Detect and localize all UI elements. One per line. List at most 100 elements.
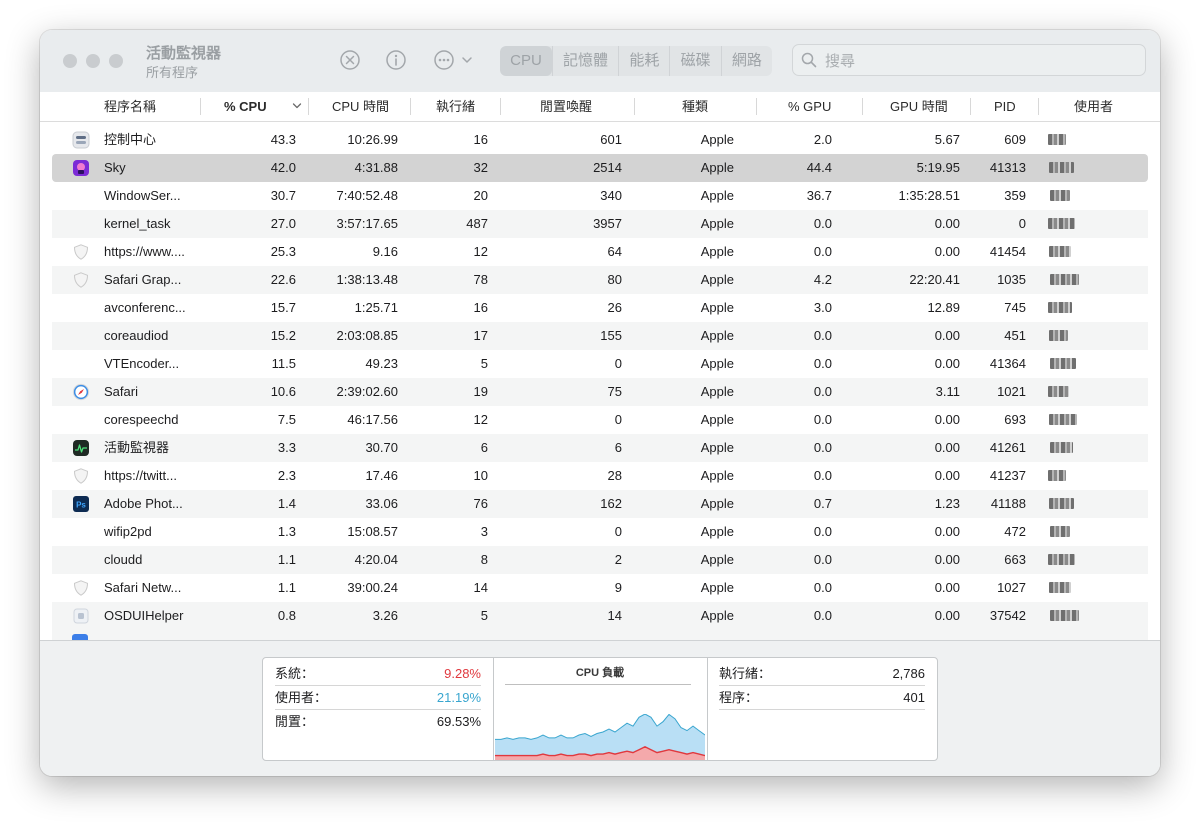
cell-gpu: 0.0 <box>813 412 832 427</box>
cell-gpu: 3.0 <box>813 300 832 315</box>
window-title: 活動監視器 <box>146 45 222 62</box>
cell-cpu: 11.5 <box>271 356 296 371</box>
cell-threads: 487 <box>466 216 488 231</box>
cell-name: kernel_task <box>104 216 171 231</box>
table-row[interactable]: avconferenc... 15.7 1:25.71 16 26 Apple 3.0 12.… <box>52 294 1148 322</box>
cell-gpu: 0.0 <box>813 608 832 623</box>
cell-gpu-time: 0.00 <box>934 328 960 343</box>
cell-pid: 41237 <box>989 468 1026 483</box>
cell-gpu-time: 22:20.41 <box>909 272 960 287</box>
column-header-idle-wake[interactable]: 閒置喚醒 <box>540 92 620 121</box>
table-row[interactable]: Ps Adobe Phot... 1.4 33.06 76 162 Apple 0.7 1.23… <box>52 490 1148 518</box>
column-header-gpu[interactable]: % GPU <box>788 92 848 121</box>
tab-network[interactable]: 網路 <box>720 46 772 76</box>
cell-gpu: 4.2 <box>813 272 832 287</box>
info-circle-icon <box>386 50 406 70</box>
table-row[interactable]: corespeechd 7.5 46:17.56 12 0 Apple 0.0 0.00 693 <box>52 406 1148 434</box>
inspect-process-button[interactable] <box>384 48 408 72</box>
cell-threads: 76 <box>473 496 488 511</box>
cell-name: 控制中心 <box>104 132 157 147</box>
search-box[interactable] <box>792 44 1146 76</box>
table-row[interactable]: VTEncoder... 11.5 49.23 5 0 Apple 0.0 0.00 41364 <box>52 350 1148 378</box>
column-header-cpu[interactable]: % CPU <box>224 92 302 121</box>
cell-gpu: 0.0 <box>813 244 832 259</box>
tab-disk[interactable]: 磁碟 <box>669 46 720 76</box>
cell-kind: Apple <box>700 468 734 483</box>
user-usage-row: 使用者： 21.19% <box>275 686 481 710</box>
chevron-down-icon <box>292 103 302 109</box>
table-row[interactable]: https://www.... 25.3 9.16 12 64 Apple 0.0 0.00 4… <box>52 238 1148 266</box>
user-name-redacted <box>1049 246 1071 257</box>
column-header-kind[interactable]: 種類 <box>682 92 732 121</box>
user-name-redacted <box>1048 470 1066 481</box>
cell-gpu-time: 0.00 <box>934 412 960 427</box>
table-row[interactable]: wifip2pd 1.3 15:08.57 3 0 Apple 0.0 0.00 472 <box>52 518 1148 546</box>
user-name-redacted <box>1049 582 1071 593</box>
cell-kind: Apple <box>700 328 734 343</box>
tab-memory[interactable]: 記憶體 <box>551 46 618 76</box>
cell-cpu: 25.3 <box>270 244 296 259</box>
cell-cpu-time: 49.23 <box>365 356 398 371</box>
table-row[interactable]: WindowSer... 30.7 7:40:52.48 20 340 Apple 36.7… <box>52 182 1148 210</box>
table-row[interactable]: https://twitt... 2.3 17.46 10 28 Apple 0.0 0.00… <box>52 462 1148 490</box>
table-row[interactable]: Sky 42.0 4:31.88 32 2514 Apple 44.4 5:19.95 4131… <box>52 154 1148 182</box>
table-row[interactable]: cloudd 1.1 4:20.04 8 2 Apple 0.0 0.00 663 <box>52 546 1148 574</box>
column-divider <box>634 98 635 115</box>
user-name-redacted <box>1050 358 1076 369</box>
more-actions-button[interactable] <box>432 48 476 72</box>
table-row[interactable]: OSDUIHelper 0.8 3.26 5 14 Apple 0.0 0.00 37542 <box>52 602 1148 630</box>
tab-energy[interactable]: 能耗 <box>618 46 669 76</box>
cell-gpu-time: 0.00 <box>934 216 960 231</box>
cell-gpu-time: 5:19.95 <box>916 160 960 175</box>
column-header-gpu-time[interactable]: GPU 時間 <box>890 92 980 121</box>
column-header-user[interactable]: 使用者 <box>1074 92 1134 121</box>
column-divider <box>862 98 863 115</box>
table-row[interactable]: 活動監視器 3.3 30.70 6 6 Apple 0.0 0.00 41261 <box>52 434 1148 462</box>
tab-cpu[interactable]: CPU <box>500 46 552 76</box>
stop-process-button[interactable] <box>338 48 362 72</box>
cell-name: Safari Grap... <box>104 272 182 287</box>
cell-idle-wake: 80 <box>607 272 622 287</box>
column-header-name[interactable]: 程序名稱 <box>104 92 234 121</box>
cpu-load-title-underline <box>505 684 691 685</box>
process-table-header: 程序名稱 % CPU CPU 時間 執行緒 閒置喚醒 種類 % GPU GPU … <box>40 92 1160 122</box>
column-divider <box>308 98 309 115</box>
cell-pid: 745 <box>1004 300 1026 315</box>
table-row[interactable]: coreaudiod 15.2 2:03:08.85 17 155 Apple 0.0 0.0… <box>52 322 1148 350</box>
cell-kind: Apple <box>700 412 734 427</box>
column-header-cpu-time[interactable]: CPU 時間 <box>332 92 422 121</box>
x-circle-icon <box>340 50 360 70</box>
zoom-window-button[interactable] <box>109 54 123 68</box>
search-input[interactable] <box>823 49 1127 73</box>
cell-pid: 1035 <box>997 272 1026 287</box>
table-row[interactable]: Safari Grap... 22.6 1:38:13.48 78 80 Apple 4.2… <box>52 266 1148 294</box>
cell-pid: 472 <box>1004 524 1026 539</box>
cell-gpu: 0.0 <box>813 384 832 399</box>
cell-gpu: 0.0 <box>813 468 832 483</box>
cell-pid: 1027 <box>997 580 1026 595</box>
table-row[interactable]: kernel_task 27.0 3:57:17.65 487 3957 Apple 0.0… <box>52 210 1148 238</box>
table-row[interactable]: 控制中心 43.3 10:26.99 16 601 Apple 2.0 5.67 609 <box>52 126 1148 154</box>
shield-icon <box>73 244 89 260</box>
table-row[interactable]: Safari Netw... 1.1 39:00.24 14 9 Apple 0.0 0.00… <box>52 574 1148 602</box>
cell-threads: 5 <box>480 356 488 371</box>
cell-kind: Apple <box>700 384 734 399</box>
cell-threads: 10 <box>473 468 488 483</box>
cell-gpu-time: 1:35:28.51 <box>898 188 960 203</box>
idle-usage-label: 閒置： <box>275 714 315 729</box>
column-header-threads[interactable]: 執行緒 <box>436 92 496 121</box>
cell-pid: 693 <box>1004 412 1026 427</box>
user-name-redacted <box>1050 610 1079 621</box>
column-divider <box>970 98 971 115</box>
table-row-partial <box>52 630 1148 640</box>
cell-idle-wake: 601 <box>600 132 622 147</box>
table-row[interactable]: Safari 10.6 2:39:02.60 19 75 Apple 0.0 3.11 1021 <box>52 378 1148 406</box>
shield-icon <box>73 580 89 596</box>
idle-usage-value: 69.53% <box>436 714 481 729</box>
user-name-redacted <box>1048 134 1066 145</box>
minimize-window-button[interactable] <box>86 54 100 68</box>
cell-idle-wake: 340 <box>600 188 622 203</box>
cell-cpu: 10.6 <box>270 384 296 399</box>
column-header-pid[interactable]: PID <box>994 92 1034 121</box>
close-window-button[interactable] <box>63 54 77 68</box>
